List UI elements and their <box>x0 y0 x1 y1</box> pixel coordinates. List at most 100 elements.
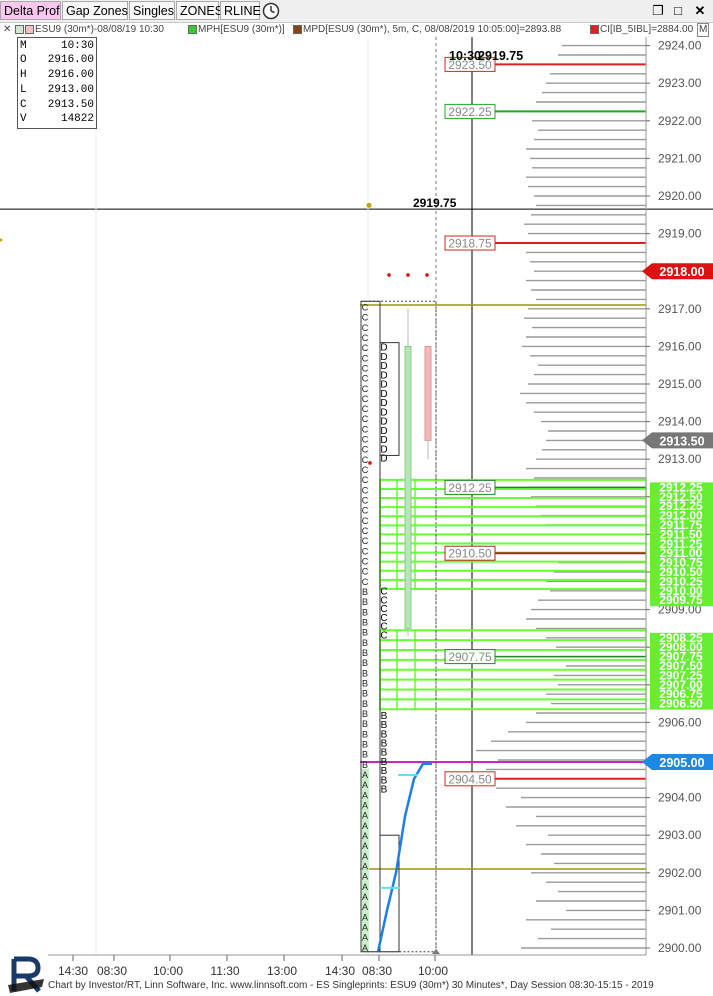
price-axis-tag-label: 2913.50 <box>659 434 704 448</box>
zones-button[interactable]: ZONES <box>176 1 223 20</box>
y-tick-label: 2906.00 <box>658 715 702 729</box>
x-tick-label: 13:00 <box>267 964 297 978</box>
ohlc-value: 2916.00 <box>47 69 94 81</box>
maximize-icon[interactable]: □ <box>670 3 686 19</box>
candle-body <box>424 345 432 441</box>
restore-window-icon[interactable]: ❐ <box>650 3 666 19</box>
profile-letter: C <box>362 414 369 424</box>
left-edge-marker <box>0 238 3 242</box>
profile-letter: C <box>362 363 369 373</box>
crosshair-left-price: 2919.75 <box>413 196 457 210</box>
profile-letter: C <box>362 384 369 394</box>
legend-label: CI[IB_5IBL]=2884.00 <box>600 24 694 35</box>
profile-letter: B <box>362 648 368 658</box>
y-tick-label: 2920.00 <box>658 189 702 203</box>
x-tick-label: 11:30 <box>210 964 239 978</box>
profile-letter: C <box>362 506 369 516</box>
x-tick-label: 08:30 <box>362 964 392 978</box>
profile-letter: C <box>362 496 369 506</box>
level-label: 2907.75 <box>448 650 492 664</box>
price-marker-dot <box>366 202 372 208</box>
zone-axis-label: 2909.75 <box>659 593 703 607</box>
profile-letter: B <box>362 618 368 628</box>
zone-axis-label: 2906.50 <box>659 697 703 711</box>
candle-body <box>404 345 412 629</box>
profile-letter: B <box>362 658 368 668</box>
singleprint-dot <box>406 273 410 277</box>
ohlc-value: 2913.00 <box>47 84 94 96</box>
profile-letter: C <box>362 445 369 455</box>
y-tick-label: 2917.00 <box>658 302 702 316</box>
crosshair-time: 10:30 <box>449 49 481 63</box>
gap-zones-button[interactable]: Gap Zones <box>62 1 128 20</box>
ohlc-row: V 14822 <box>20 112 94 126</box>
legend-item-mph[interactable]: MPH[ESU9 (30m*)] <box>188 23 285 37</box>
profile-letter: B <box>362 739 368 749</box>
ohlc-row: M 10:30 <box>20 39 94 53</box>
profile-letter: C <box>362 465 369 475</box>
profile-letter: A <box>362 933 368 943</box>
profile-letter: A <box>362 831 368 841</box>
x-tick-label: 14:30 <box>325 964 355 978</box>
profile-letter: C <box>362 485 369 495</box>
ohlc-value: 10:30 <box>60 40 94 52</box>
profile-letter: B <box>362 638 368 648</box>
legend-item-esu9[interactable]: ESU9 (30m*)-08/08/19 10:30 <box>15 23 164 37</box>
y-tick-label: 2921.00 <box>658 151 702 165</box>
ohlc-value: 2916.00 <box>47 54 94 66</box>
profile-letter: C <box>362 353 369 363</box>
legend-swatch <box>15 24 24 34</box>
profile-letter: B <box>362 760 368 770</box>
profile-letter: A <box>362 892 368 902</box>
footer-credit: Chart by Investor/RT, Linn Software, Inc… <box>48 980 654 991</box>
legend-item-mpd[interactable]: MPD[ESU9 (30m*), 5m, C, 08/08/2019 10:05… <box>293 23 561 37</box>
profile-letter: B <box>362 607 368 617</box>
singleprint-dot <box>387 273 391 277</box>
legend-close-icon[interactable]: ✕ <box>3 23 11 37</box>
singles-button[interactable]: Singles <box>129 1 175 20</box>
x-tick-label: 14:30 <box>58 964 88 978</box>
ohlc-row: L 2913.00 <box>20 83 94 97</box>
profile-letter: C <box>362 455 369 465</box>
y-tick-label: 2922.00 <box>658 114 702 128</box>
ohlc-key: L <box>20 84 27 96</box>
ohlc-value: 14822 <box>60 113 94 125</box>
profile-letter: A <box>362 912 368 922</box>
profile-letter: B <box>362 597 368 607</box>
profile-letter: C <box>362 475 369 485</box>
close-icon[interactable]: ✕ <box>692 3 708 19</box>
rline-button[interactable]: RLINE <box>220 1 261 20</box>
y-tick-label: 2919.00 <box>658 227 702 241</box>
y-tick-label: 2924.00 <box>658 39 702 53</box>
ohlc-key: M <box>20 40 27 52</box>
profile-letter: B <box>362 699 368 709</box>
legend-swatch <box>590 24 599 34</box>
profile-letter: A <box>362 841 368 851</box>
profile-letter: C <box>362 536 369 546</box>
profile-letter: A <box>362 851 368 861</box>
toolbar: Delta Prof Gap Zones Singles ZONES RLINE… <box>0 0 713 23</box>
y-tick-label: 2902.00 <box>658 866 702 880</box>
chart-canvas: 2923.502922.252918.752912.252910.502907.… <box>0 37 713 978</box>
x-tick-label: 10:00 <box>418 964 448 978</box>
price-axis-tag-label: 2918.00 <box>659 265 704 279</box>
clock-icon[interactable] <box>262 2 280 20</box>
m-toggle-button[interactable]: M <box>697 23 710 37</box>
legend-label: MPD[ESU9 (30m*), 5m, C, 08/08/2019 10:05… <box>303 24 562 35</box>
level-label: 2912.25 <box>448 481 492 495</box>
legend-item-ci[interactable]: CI[IB_5IBL]=2884.00 <box>590 23 693 37</box>
profile-letter: A <box>362 790 368 800</box>
profile-letter: B <box>381 784 388 795</box>
x-tick-label: 08:30 <box>97 964 127 978</box>
profile-letter: C <box>362 546 369 556</box>
singleprint-dot <box>368 461 372 465</box>
y-tick-label: 2915.00 <box>658 377 702 391</box>
profile-letter: B <box>362 679 368 689</box>
linnsoft-logo <box>8 956 44 993</box>
ohlc-key: H <box>20 69 27 81</box>
y-tick-label: 2914.00 <box>658 415 702 429</box>
delta-prof-button[interactable]: Delta Prof <box>0 1 61 20</box>
profile-letter: A <box>362 821 368 831</box>
indicator-legend: ✕ ESU9 (30m*)-08/08/19 10:30 MPH[ESU9 (3… <box>0 23 713 37</box>
profile-letter: C <box>362 374 369 384</box>
